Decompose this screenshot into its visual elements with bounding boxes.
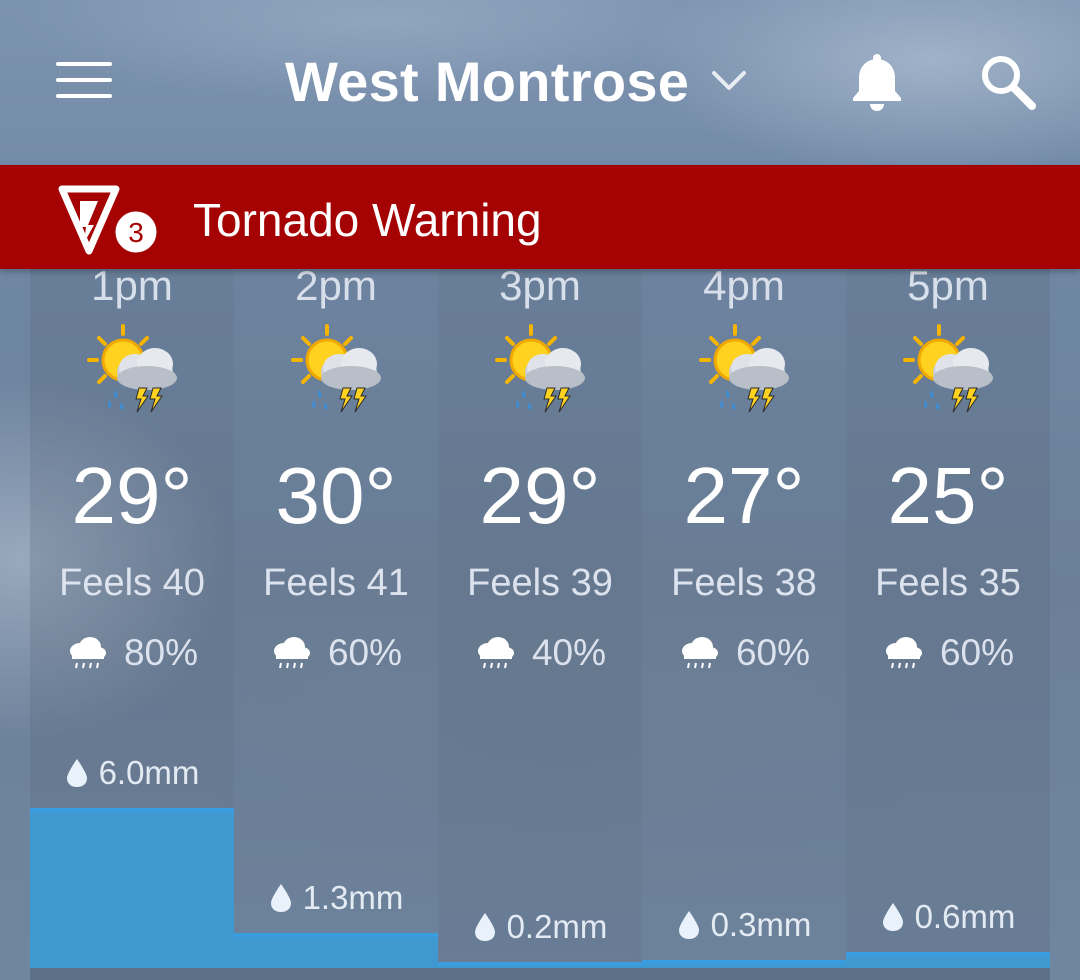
- hour-temperature: 27°: [683, 451, 805, 540]
- rain-amount: 1.3mm: [234, 879, 438, 917]
- hour-feels-like: Feels 35: [875, 562, 1021, 604]
- rain-amount-value: 1.3mm: [302, 879, 404, 916]
- location-selector[interactable]: West Montrose: [285, 46, 747, 116]
- hour-time: 1pm: [91, 262, 173, 309]
- rain-amount: 0.2mm: [438, 908, 642, 946]
- rain-amount: 0.6mm: [846, 898, 1050, 936]
- hour-time: 4pm: [703, 262, 785, 309]
- raindrop-icon: [882, 903, 903, 931]
- sun-cloud-thunderstorm-icon: [697, 320, 797, 420]
- hour-feels-like: Feels 40: [59, 562, 205, 604]
- rain-amount-value: 0.2mm: [506, 908, 608, 945]
- raindrop-icon: [678, 911, 699, 939]
- hour-temperature: 29°: [479, 451, 601, 540]
- rain-amount: 6.0mm: [30, 754, 234, 792]
- hamburger-menu-icon: [56, 62, 112, 66]
- precip-probability: 60%: [234, 632, 438, 674]
- rain-cloud-icon: [69, 637, 106, 669]
- rain-cloud-icon: [681, 637, 718, 669]
- precip-probability: 60%: [846, 632, 1050, 674]
- precip-probability: 60%: [642, 632, 846, 674]
- hour-temperature: 25°: [887, 451, 1009, 540]
- chevron-down-icon: [712, 71, 747, 90]
- tornado-warning-banner[interactable]: 3 Tornado Warning: [0, 165, 1080, 269]
- rain-cloud-icon: [477, 637, 514, 669]
- precip-probability-value: 60%: [327, 632, 403, 673]
- rain-amount: 0.3mm: [642, 906, 846, 944]
- search-icon[interactable]: [978, 52, 1038, 112]
- menu-button[interactable]: [56, 58, 112, 102]
- app-header: West Montrose: [0, 0, 1080, 165]
- rain-bar: [234, 933, 438, 968]
- hour-time: 2pm: [295, 262, 377, 309]
- sun-cloud-thunderstorm-icon: [901, 320, 1001, 420]
- rain-bar: [642, 960, 846, 968]
- precip-probability: 40%: [438, 632, 642, 674]
- hour-feels-like: Feels 41: [263, 562, 409, 604]
- sun-cloud-thunderstorm-icon: [85, 320, 185, 420]
- hour-feels-like: Feels 38: [671, 562, 817, 604]
- warning-triangle-icon: 3: [58, 185, 160, 256]
- hour-column[interactable]: 5pm 25° Feels 35 60% 0.6mm: [846, 200, 1050, 980]
- rain-bar: [30, 808, 234, 968]
- hour-column[interactable]: 3pm 29° Feels 39 40% 0.2mm: [438, 200, 642, 980]
- hour-feels-like: Feels 39: [467, 562, 613, 604]
- location-name: West Montrose: [285, 49, 690, 113]
- raindrop-icon: [270, 884, 291, 912]
- raindrop-icon: [474, 913, 495, 941]
- rain-cloud-icon: [273, 637, 310, 669]
- hourly-forecast: 1pm 29° Feels 40 80% 6.0mm 2pm 30° Feels…: [30, 200, 1050, 980]
- rain-amount-value: 6.0mm: [98, 754, 200, 791]
- hour-column[interactable]: 1pm 29° Feels 40 80% 6.0mm: [30, 200, 234, 980]
- hour-time: 5pm: [907, 262, 989, 309]
- alert-badge-count: 3: [128, 217, 144, 248]
- precip-probability-value: 60%: [939, 632, 1015, 673]
- precip-probability: 80%: [30, 632, 234, 674]
- hour-column[interactable]: 4pm 27° Feels 38 60% 0.3mm: [642, 200, 846, 980]
- precip-probability-value: 40%: [531, 632, 607, 673]
- sun-cloud-thunderstorm-icon: [289, 320, 389, 420]
- rain-amount-value: 0.3mm: [710, 906, 812, 943]
- hour-temperature: 30°: [275, 451, 397, 540]
- rain-bar: [846, 952, 1050, 968]
- hour-column[interactable]: 2pm 30° Feels 41 60% 1.3mm: [234, 200, 438, 980]
- rain-amount-value: 0.6mm: [914, 898, 1016, 935]
- bell-icon[interactable]: [848, 50, 906, 112]
- hour-time: 3pm: [499, 262, 581, 309]
- precip-probability-value: 60%: [735, 632, 811, 673]
- divider: [30, 968, 1050, 980]
- precip-probability-value: 80%: [123, 632, 199, 673]
- hour-temperature: 29°: [71, 451, 193, 540]
- rain-cloud-icon: [885, 637, 922, 669]
- sun-cloud-thunderstorm-icon: [493, 320, 593, 420]
- alert-label: Tornado Warning: [193, 194, 542, 246]
- raindrop-icon: [66, 759, 87, 787]
